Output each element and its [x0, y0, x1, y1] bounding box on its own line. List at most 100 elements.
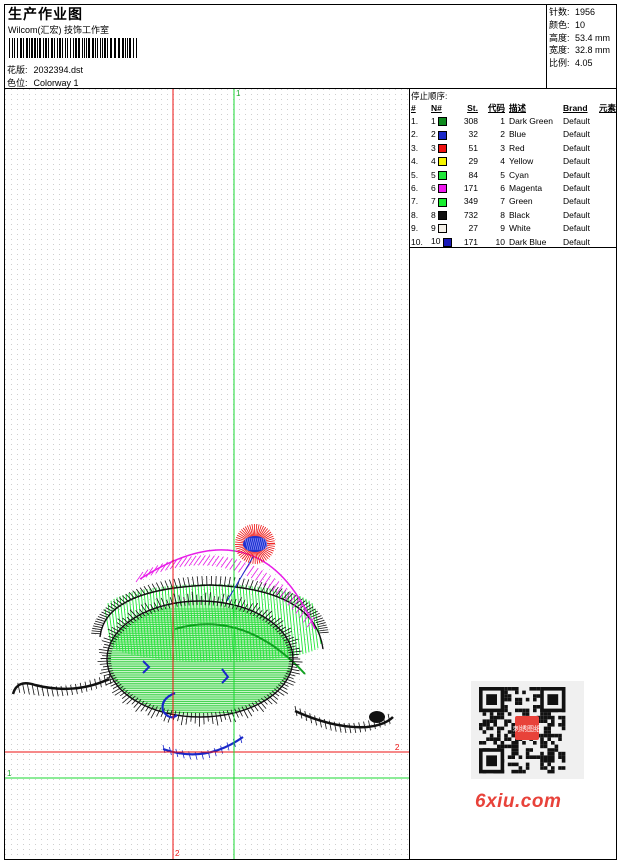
row-stitches: 32 [468, 129, 478, 140]
table-row: 6. 6 171 6 Magenta Default [411, 181, 616, 194]
design-line: 花版: 2032394.dst [7, 63, 83, 76]
row-index: 3. [411, 142, 419, 153]
design-value: 2032394.dst [33, 65, 84, 75]
col-index: # [411, 102, 416, 113]
row-element [599, 222, 616, 235]
row-index: 7. [411, 196, 419, 207]
col-brand: Brand [563, 102, 588, 113]
row-element [599, 181, 616, 194]
table-row: 8. 8 732 8 Black Default [411, 208, 616, 221]
col-description: 描述 [509, 102, 527, 113]
row-stitches: 308 [463, 116, 478, 127]
row-code: 8 [500, 209, 505, 220]
row-number: 5 [431, 168, 459, 181]
design-label: 花版: [7, 65, 28, 75]
embroidery-preview: 1 1 2 2 [5, 89, 409, 859]
row-description: Green [509, 196, 533, 207]
table-header-row: # N# St. 代码 描述 Brand 元素 [411, 101, 616, 114]
row-stitches: 84 [468, 169, 478, 180]
row-brand: Default [563, 183, 590, 194]
row-stitches: 51 [468, 142, 478, 153]
design-stats: 针数: 1956 颜色: 10 高度: 53.4 mm 宽度: 32.8 mm 比例: 4… [549, 6, 610, 70]
row-description: Blue [509, 129, 527, 140]
row-code: 10 [495, 236, 505, 247]
row-stitches: 171 [463, 183, 478, 194]
row-brand: Default [563, 142, 590, 153]
row-brand: Default [563, 116, 590, 127]
stop-sequence-panel: 停止顺序: # N# St. 代码 描述 Brand 元素 1. 1 308 1 Da… [410, 89, 617, 247]
row-description: Cyan [509, 169, 529, 180]
table-row: 3. 3 51 3 Red Default [411, 141, 616, 154]
color-swatch [442, 237, 452, 247]
row-element [599, 128, 616, 141]
row-index: 2. [411, 129, 419, 140]
col-stitches: St. [467, 102, 478, 113]
color-swatch [438, 197, 448, 207]
row-element [599, 235, 616, 248]
row-brand: Default [563, 129, 590, 140]
row-number: 3 [431, 141, 459, 154]
row-number: 6 [431, 181, 459, 194]
stat-height: 高度: 53.4 mm [549, 32, 611, 43]
row-element [599, 155, 616, 168]
row-index: 10. [411, 236, 423, 247]
row-element [599, 114, 616, 127]
table-row: 2. 2 32 2 Blue Default [411, 128, 616, 141]
col-element: 元素 [599, 102, 617, 113]
canvas-background [5, 89, 409, 859]
row-brand: Default [563, 236, 590, 247]
studio-name: Wilcom(汇宏) 技饰工作室 [8, 25, 109, 35]
red-axis-label-bottom: 2 [175, 849, 180, 858]
colorway-line: 色位: Colorway 1 [7, 76, 79, 89]
row-element [599, 141, 616, 154]
row-brand: Default [563, 196, 590, 207]
row-stitches: 732 [463, 209, 478, 220]
embroidery-canvas: 1 1 2 2 [5, 89, 409, 859]
row-description: Red [509, 142, 525, 153]
row-description: Black [509, 209, 530, 220]
table-row: 4. 4 29 4 Yellow Default [411, 155, 616, 168]
row-description: Magenta [509, 183, 543, 194]
green-axis-label-top: 1 [236, 89, 241, 98]
row-index: 8. [411, 209, 419, 220]
row-code: 1 [500, 116, 505, 127]
row-brand: Default [563, 156, 590, 167]
row-element [599, 168, 616, 181]
red-axis-label-right: 2 [395, 743, 400, 752]
row-number: 2 [431, 128, 459, 141]
row-description: Dark Green [509, 116, 553, 127]
row-index: 5. [411, 169, 419, 180]
stat-width: 宽度: 32.8 mm [549, 45, 611, 56]
row-description: Dark Blue [509, 236, 547, 247]
stat-stitches: 针数: 1956 [549, 7, 596, 17]
row-code: 4 [500, 156, 505, 167]
row-element [599, 195, 616, 208]
row-description: White [509, 223, 531, 234]
row-number: 8 [431, 208, 459, 221]
row-description: Yellow [509, 156, 534, 167]
col-number: N# [431, 102, 442, 113]
row-index: 9. [411, 223, 419, 234]
table-row: 9. 9 27 9 White Default [411, 222, 616, 235]
table-row: 7. 7 349 7 Green Default [411, 195, 616, 208]
row-stitches: 29 [468, 156, 478, 167]
qr-code-box: 刺绣图纸 [471, 681, 584, 779]
row-number: 7 [431, 195, 459, 208]
color-swatch [438, 210, 448, 220]
page-title: 生产作业图 [8, 6, 83, 22]
row-code: 3 [500, 142, 505, 153]
table-row: 5. 5 84 5 Cyan Default [411, 168, 616, 181]
color-swatch [438, 117, 448, 127]
row-index: 1. [411, 116, 419, 127]
table-row: 10. 10 171 10 Dark Blue Default [411, 235, 616, 248]
qr-code: 刺绣图纸 [479, 687, 566, 774]
row-brand: Default [563, 169, 590, 180]
row-stitches: 349 [463, 196, 478, 207]
row-number: 4 [431, 155, 459, 168]
row-code: 7 [500, 196, 505, 207]
watermark-text: 6xiu.com [475, 791, 562, 812]
row-number: 9 [431, 222, 459, 235]
color-swatch [438, 157, 448, 167]
row-code: 5 [500, 169, 505, 180]
stat-colors: 颜色: 10 [549, 19, 586, 30]
